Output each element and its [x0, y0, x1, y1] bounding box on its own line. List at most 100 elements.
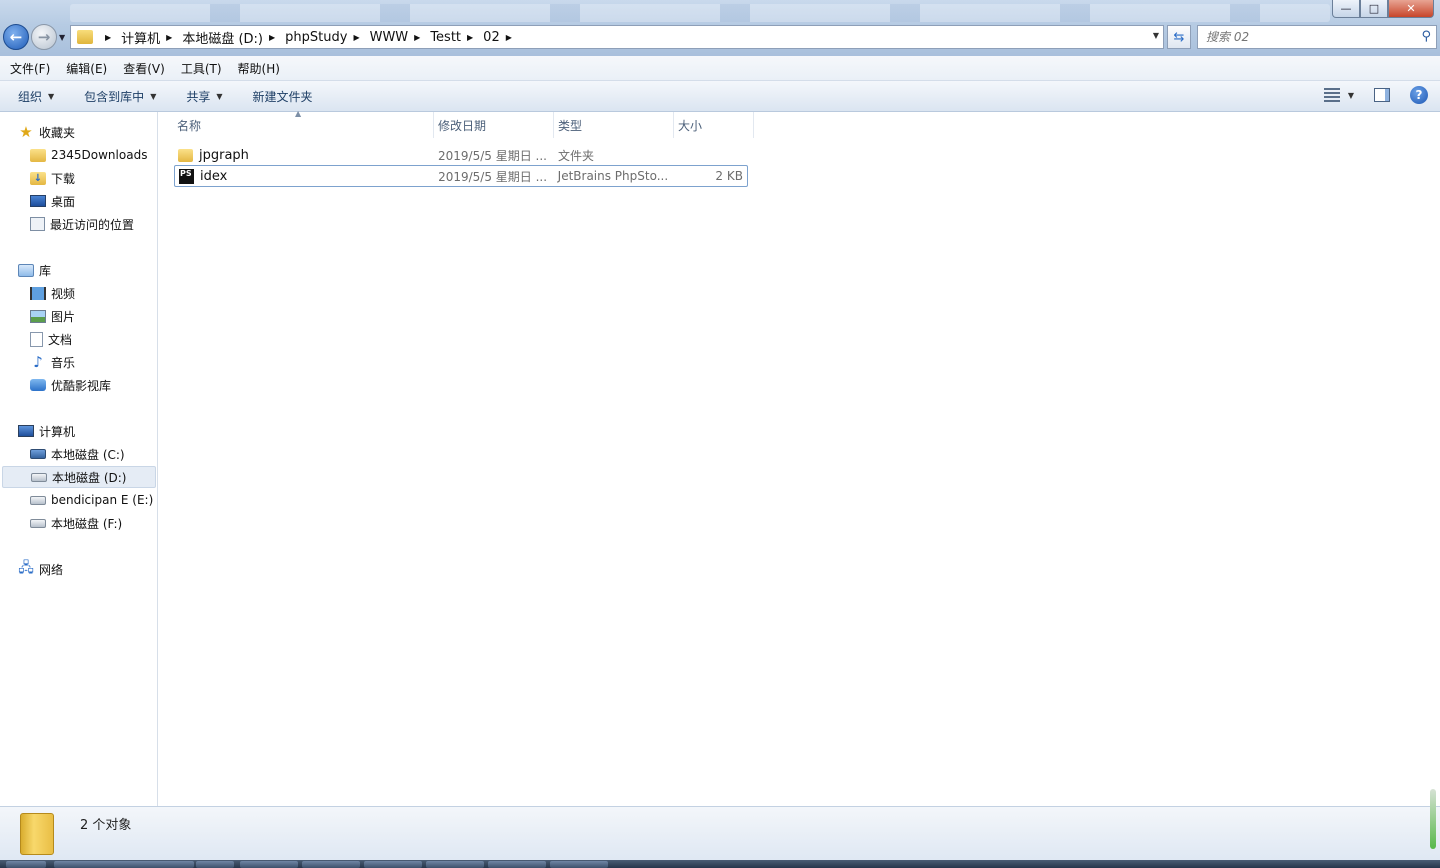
chevron-right-icon[interactable]: ▶	[467, 33, 473, 42]
taskbar-item[interactable]	[302, 861, 360, 868]
phpstorm-file-icon: PS	[179, 168, 194, 184]
taskbar-item[interactable]	[364, 861, 422, 868]
sidebar-item-recent-places[interactable]: 最近访问的位置	[30, 213, 134, 235]
maximize-button[interactable]: □	[1360, 0, 1388, 18]
start-button[interactable]	[6, 861, 46, 868]
include-in-library-button[interactable]: 包含到库中 ▼	[84, 88, 156, 105]
menu-file[interactable]: 文件(F)	[10, 60, 50, 77]
minimize-button[interactable]: —	[1332, 0, 1360, 18]
sidebar-item-music[interactable]: ♪ 音乐	[30, 351, 75, 373]
taskbar-item[interactable]	[488, 861, 546, 868]
breadcrumb-testt[interactable]: Testt ▶	[430, 30, 483, 45]
menu-bar: 文件(F) 编辑(E) 查看(V) 工具(T) 帮助(H)	[0, 56, 1440, 81]
chevron-right-icon[interactable]: ▶	[166, 33, 172, 42]
drive-icon	[31, 472, 47, 482]
downloads-icon: ↓	[30, 171, 46, 185]
document-icon	[30, 331, 43, 347]
refresh-button[interactable]: ⇆	[1167, 25, 1191, 49]
taskbar-item[interactable]	[426, 861, 484, 868]
search-input[interactable]	[1206, 30, 1406, 44]
music-icon: ♪	[33, 353, 43, 371]
sidebar-item-drive-c[interactable]: 本地磁盘 (C:)	[30, 443, 125, 465]
file-date: 2019/5/5 星期日 ...	[438, 148, 547, 163]
share-button[interactable]: 共享 ▼	[186, 88, 222, 105]
sidebar-item-drive-d[interactable]: 本地磁盘 (D:)	[2, 466, 156, 488]
window-controls: — □ ✕	[1332, 0, 1434, 18]
taskbar-item[interactable]	[54, 861, 194, 868]
sidebar-item-youku-library[interactable]: 优酷影视库	[30, 374, 111, 396]
taskbar	[0, 860, 1440, 868]
recent-pages-dropdown[interactable]: ▼	[59, 33, 65, 42]
sidebar-libraries[interactable]: 库	[18, 259, 51, 281]
chevron-right-icon[interactable]: ▶	[105, 33, 111, 42]
star-icon: ★	[19, 123, 33, 141]
file-row-idex[interactable]: PS idex 2019/5/5 星期日 ... JetBrains PhpSto…	[174, 165, 748, 187]
help-icon[interactable]: ?	[1410, 86, 1428, 104]
arrow-right-icon: →	[37, 28, 51, 46]
drive-icon	[30, 518, 46, 528]
navigation-pane: ★ 收藏夹 2345Downloads ↓ 下载 桌面 最近访问的位置 库 视频 图…	[0, 112, 158, 806]
column-header-name[interactable]: 名称 ▲	[173, 109, 434, 138]
sidebar-favorites[interactable]: ★ 收藏夹	[18, 121, 75, 143]
sidebar-item-videos[interactable]: 视频	[30, 282, 75, 304]
sidebar-computer[interactable]: 计算机	[18, 420, 75, 442]
view-options-icon[interactable]	[1323, 88, 1340, 102]
folder-icon	[20, 813, 54, 855]
sidebar-item-pictures[interactable]: 图片	[30, 305, 75, 327]
close-button[interactable]: ✕	[1388, 0, 1434, 18]
file-list: 名称 ▲ 修改日期 类型 大小 jpgraph 2019/5/5 星期日 ... …	[159, 109, 1440, 806]
chevron-right-icon[interactable]: ▶	[506, 33, 512, 42]
command-bar: 组织 ▼ 包含到库中 ▼ 共享 ▼ 新建文件夹 ▼ ?	[0, 81, 1440, 112]
picture-icon	[30, 309, 46, 323]
background-taskbar-ghost	[70, 4, 1330, 22]
taskbar-item[interactable]	[196, 861, 234, 868]
column-header-size[interactable]: 大小	[674, 112, 754, 138]
chevron-right-icon[interactable]: ▶	[353, 33, 359, 42]
address-history-dropdown[interactable]: ▼	[1153, 31, 1159, 40]
sidebar-network[interactable]: 🖧 网络	[18, 558, 63, 580]
search-icon[interactable]: ⚲	[1421, 29, 1431, 44]
details-pane: 2 个对象	[0, 789, 1440, 860]
breadcrumb-computer[interactable]: 计算机 ▶	[121, 28, 182, 47]
chevron-right-icon[interactable]: ▶	[414, 33, 420, 42]
chevron-right-icon[interactable]: ▶	[269, 33, 275, 42]
preview-pane-icon[interactable]	[1374, 88, 1390, 102]
column-header-type[interactable]: 类型	[554, 112, 674, 138]
taskbar-item[interactable]	[550, 861, 608, 868]
address-bar[interactable]: ▶ 计算机 ▶ 本地磁盘 (D:) ▶ phpStudy ▶ WWW ▶ Testt ▶ …	[70, 25, 1164, 49]
sidebar-item-documents[interactable]: 文档	[30, 328, 72, 350]
menu-tools[interactable]: 工具(T)	[181, 60, 222, 77]
sidebar-item-drive-e[interactable]: bendicipan E (E:)	[30, 489, 153, 511]
breadcrumb-drive-d[interactable]: 本地磁盘 (D:) ▶	[182, 28, 285, 47]
sidebar-item-downloads[interactable]: ↓ 下载	[30, 167, 75, 189]
breadcrumb-02[interactable]: 02 ▶	[483, 30, 522, 45]
back-button[interactable]: ←	[3, 24, 29, 50]
folder-icon	[30, 148, 46, 162]
item-count: 2 个对象	[80, 818, 132, 833]
refresh-icon: ⇆	[1173, 29, 1185, 45]
sidebar-item-drive-f[interactable]: 本地磁盘 (F:)	[30, 512, 122, 534]
menu-help[interactable]: 帮助(H)	[238, 60, 280, 77]
sidebar-item-desktop[interactable]: 桌面	[30, 190, 75, 212]
menu-edit[interactable]: 编辑(E)	[66, 60, 107, 77]
recent-places-icon	[30, 217, 45, 231]
sort-ascending-icon: ▲	[295, 109, 302, 118]
breadcrumb-phpstudy[interactable]: phpStudy ▶	[285, 30, 369, 45]
arrow-left-icon: ←	[9, 28, 23, 46]
file-row-jpgraph[interactable]: jpgraph 2019/5/5 星期日 ... 文件夹	[174, 144, 748, 166]
column-header-date[interactable]: 修改日期	[434, 112, 554, 138]
breadcrumb-www[interactable]: WWW ▶	[370, 30, 431, 45]
view-dropdown-icon[interactable]: ▼	[1348, 91, 1354, 100]
folder-icon	[77, 30, 93, 44]
file-type: JetBrains PhpSto...	[557, 169, 669, 183]
sidebar-item-2345downloads[interactable]: 2345Downloads	[30, 144, 147, 166]
new-folder-button[interactable]: 新建文件夹	[253, 88, 313, 105]
taskbar-item[interactable]	[240, 861, 298, 868]
search-box[interactable]: ⚲	[1197, 25, 1437, 49]
forward-button[interactable]: →	[31, 24, 57, 50]
youku-library-icon	[30, 379, 46, 391]
menu-view[interactable]: 查看(V)	[123, 60, 165, 77]
system-drive-icon	[30, 449, 46, 459]
file-date: 2019/5/5 星期日 ...	[438, 169, 548, 184]
organize-button[interactable]: 组织 ▼	[18, 88, 54, 105]
